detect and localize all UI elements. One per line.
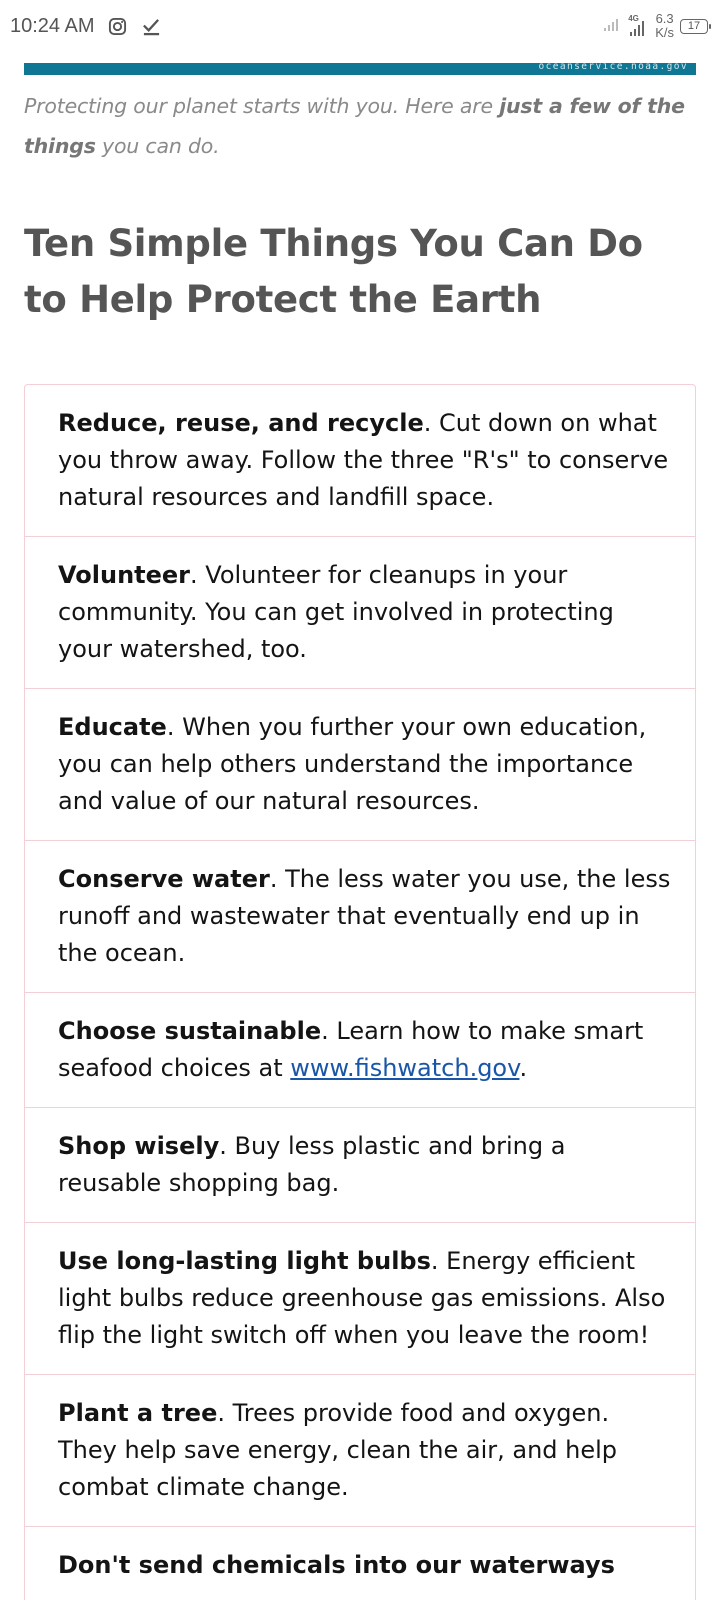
tip-title: Shop wisely xyxy=(58,1132,220,1160)
intro-tail: you can do. xyxy=(95,134,220,158)
tips-list: Reduce, reuse, and recycle. Cut down on … xyxy=(24,384,696,1600)
tip-title: Volunteer xyxy=(58,561,191,589)
tip-educate: Educate. When you further your own educa… xyxy=(25,689,695,841)
status-left: 10:24 AM xyxy=(10,15,163,38)
tip-plant-a-tree: Plant a tree. Trees provide food and oxy… xyxy=(25,1375,695,1527)
intro-paragraph: Protecting our planet starts with you. H… xyxy=(24,86,696,166)
page-title: Ten Simple Things You Can Do to Help Pro… xyxy=(24,222,643,321)
status-right: 4G 6.3 K/s 17 xyxy=(603,12,711,40)
signal-4g-icon: 4G xyxy=(627,14,649,38)
check-icon xyxy=(141,15,163,37)
tip-title: Reduce, reuse, and recycle xyxy=(58,409,424,437)
tip-shop-wisely: Shop wisely. Buy less plastic and bring … xyxy=(25,1108,695,1223)
tip-title: Use long-lasting light bulbs xyxy=(58,1247,431,1275)
battery-icon: 17 xyxy=(680,18,711,34)
tip-tail: . xyxy=(519,1054,528,1082)
tip-reduce-reuse-recycle: Reduce, reuse, and recycle. Cut down on … xyxy=(25,385,695,537)
net-speed: 6.3 K/s xyxy=(655,12,674,40)
instagram-icon xyxy=(107,15,129,37)
battery-level: 17 xyxy=(687,19,701,32)
signal-icon xyxy=(603,16,621,36)
fishwatch-link[interactable]: www.fishwatch.gov xyxy=(290,1054,519,1082)
tip-light-bulbs: Use long-lasting light bulbs. Energy eff… xyxy=(25,1223,695,1375)
net-speed-unit: K/s xyxy=(655,25,674,40)
intro-lead: Protecting our planet starts with you. H… xyxy=(24,94,500,118)
banner-caption: oceanservice.noaa.gov xyxy=(538,63,688,72)
tip-volunteer: Volunteer. Volunteer for cleanups in you… xyxy=(25,537,695,689)
tip-title: Conserve water xyxy=(58,865,270,893)
tip-title: Choose sustainable xyxy=(58,1017,322,1045)
tip-conserve-water: Conserve water. The less water you use, … xyxy=(25,841,695,993)
status-bar: 10:24 AM 4G 6.3 K/s 17 xyxy=(0,0,720,52)
header-banner-image: oceanservice.noaa.gov xyxy=(24,63,696,75)
tip-title: Plant a tree xyxy=(58,1399,218,1427)
tip-choose-sustainable: Choose sustainable. Learn how to make sm… xyxy=(25,993,695,1108)
tip-title: Don't send chemicals into our waterways xyxy=(58,1551,615,1579)
net-speed-value: 6.3 xyxy=(655,11,674,26)
status-time: 10:24 AM xyxy=(10,14,95,37)
tip-chemicals-waterways: Don't send chemicals into our waterways xyxy=(25,1527,695,1600)
tip-title: Educate xyxy=(58,713,167,741)
